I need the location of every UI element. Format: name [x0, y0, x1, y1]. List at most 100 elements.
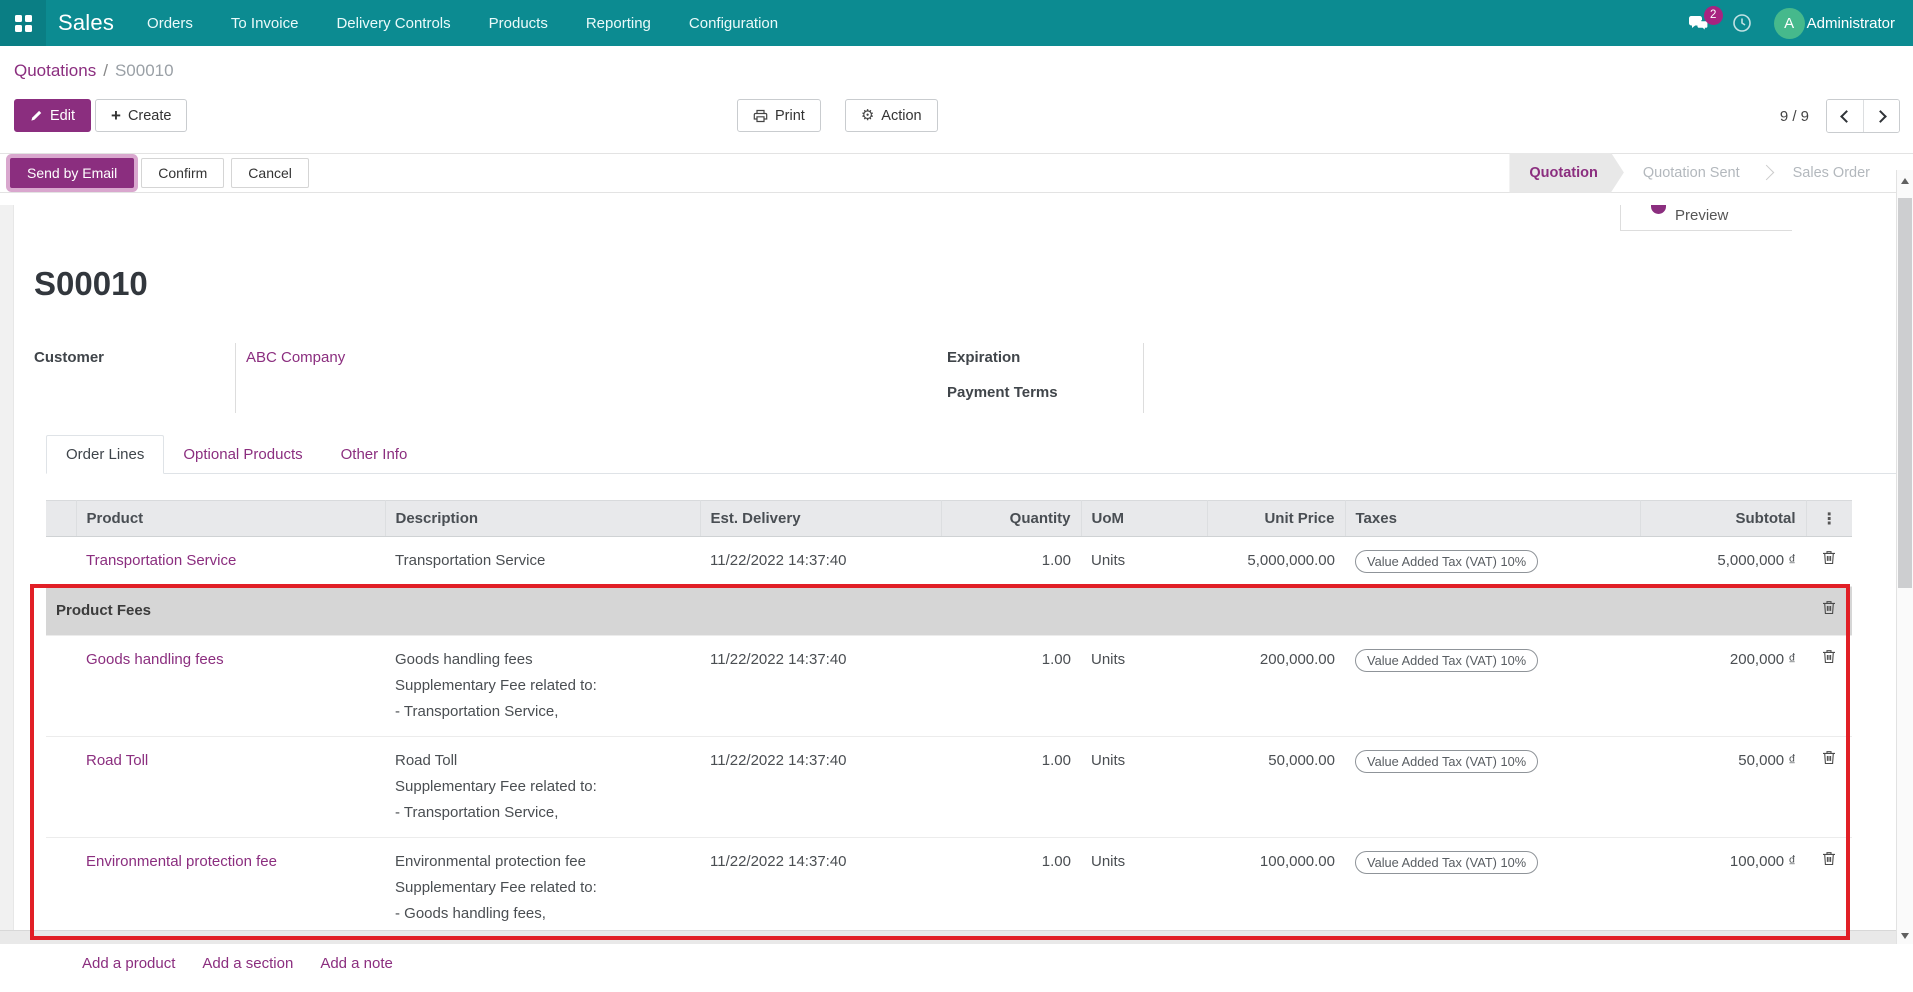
breadcrumb-current: S00010 [114, 61, 174, 80]
tax-tag: Value Added Tax (VAT) 10% [1355, 750, 1539, 773]
scroll-down-arrow-icon[interactable] [1901, 933, 1909, 939]
section-row[interactable]: Product Fees [46, 586, 1852, 636]
apps-menu-button[interactable] [0, 0, 46, 46]
product-link[interactable]: Road Toll [86, 752, 148, 769]
drag-handle-cell [46, 736, 76, 838]
menu-reporting[interactable]: Reporting [567, 0, 670, 46]
top-navbar: Sales Orders To Invoice Delivery Control… [0, 0, 1913, 46]
app-title[interactable]: Sales [46, 0, 128, 46]
handle-column-header [46, 500, 77, 537]
scroll-up-arrow-icon[interactable] [1901, 178, 1909, 184]
customer-value-link[interactable]: ABC Company [246, 349, 345, 366]
order-lines-table: Product Description Est. Delivery Quanti… [46, 500, 1852, 939]
step-sales-order[interactable]: Sales Order [1774, 153, 1889, 193]
customer-preview-button[interactable]: Preview [1620, 205, 1792, 231]
column-uom[interactable]: UoM [1081, 500, 1208, 537]
tab-optional-products[interactable]: Optional Products [164, 436, 321, 473]
delete-line-icon[interactable] [1822, 649, 1836, 664]
confirm-button[interactable]: Confirm [141, 158, 225, 188]
form-sheet: S00010 Customer ABC Company Expiration P… [0, 205, 1913, 992]
column-product[interactable]: Product [76, 500, 386, 537]
optional-columns-icon[interactable]: ⋮ [1821, 511, 1837, 528]
messages-badge: 2 [1703, 5, 1723, 25]
column-description[interactable]: Description [385, 500, 701, 537]
order-line-row[interactable]: Goods handling fees Goods handling fees … [46, 635, 1852, 737]
breadcrumb: Quotations / S00010 [0, 46, 1913, 96]
product-link[interactable]: Transportation Service [86, 552, 236, 569]
tax-tag: Value Added Tax (VAT) 10% [1355, 851, 1539, 874]
payment-terms-label: Payment Terms [947, 378, 1144, 413]
tax-tag: Value Added Tax (VAT) 10% [1355, 550, 1539, 573]
product-link[interactable]: Goods handling fees [86, 651, 224, 668]
add-a-section-link[interactable]: Add a section [202, 955, 293, 972]
tax-tag: Value Added Tax (VAT) 10% [1355, 649, 1539, 672]
scrollbar-thumb[interactable] [1898, 198, 1912, 588]
menu-delivery-controls[interactable]: Delivery Controls [317, 0, 469, 46]
column-quantity[interactable]: Quantity [941, 500, 1082, 537]
chevron-right-icon [1758, 164, 1774, 181]
empty-label [34, 378, 236, 413]
product-link[interactable]: Environmental protection fee [86, 853, 277, 870]
menu-orders[interactable]: Orders [128, 0, 212, 46]
order-line-row[interactable]: Road Toll Road Toll Supplementary Fee re… [46, 736, 1852, 838]
form-view: Preview S00010 Customer ABC Company Expi… [0, 205, 1913, 972]
chevron-left-icon [1840, 109, 1853, 123]
gear-icon: ⚙ [860, 107, 875, 124]
drag-handle-cell [46, 635, 76, 737]
status-steps: Quotation Quotation Sent Sales Order [1509, 153, 1889, 193]
horizontal-scrollbar[interactable] [0, 930, 1896, 944]
apps-grid-icon [14, 14, 32, 32]
pager-next-button[interactable] [1863, 100, 1899, 132]
delete-line-icon[interactable] [1822, 851, 1836, 866]
vertical-scrollbar[interactable] [1896, 170, 1913, 944]
step-quotation-sent[interactable]: Quotation Sent [1624, 153, 1759, 193]
pager-previous-button[interactable] [1827, 100, 1863, 132]
drag-handle-cell [46, 536, 76, 587]
add-a-note-link[interactable]: Add a note [320, 955, 393, 972]
messages-button[interactable]: 2 [1688, 5, 1723, 32]
action-button[interactable]: ⚙ Action [844, 99, 938, 132]
edit-button[interactable]: Edit [14, 99, 91, 132]
step-quotation[interactable]: Quotation [1509, 153, 1623, 193]
breadcrumb-quotations-link[interactable]: Quotations [14, 61, 96, 81]
clock-icon [1732, 13, 1752, 33]
column-est-delivery[interactable]: Est. Delivery [700, 500, 942, 537]
column-subtotal[interactable]: Subtotal [1640, 500, 1807, 537]
delete-line-icon[interactable] [1822, 550, 1836, 565]
order-line-row[interactable]: Environmental protection fee Environment… [46, 837, 1852, 939]
send-by-email-button[interactable]: Send by Email [10, 158, 135, 188]
expiration-label: Expiration [947, 343, 1144, 378]
payment-terms-value[interactable] [1144, 378, 1154, 413]
tab-order-lines[interactable]: Order Lines [46, 435, 165, 474]
add-a-product-link[interactable]: Add a product [82, 955, 175, 972]
column-unit-price[interactable]: Unit Price [1207, 500, 1346, 537]
delete-line-icon[interactable] [1822, 750, 1836, 765]
section-label: Product Fees [46, 586, 1806, 636]
left-gutter [0, 205, 14, 944]
main-menu: Orders To Invoice Delivery Controls Prod… [128, 0, 797, 46]
chevron-right-icon [1873, 109, 1887, 123]
notebook-tabs: Order Lines Optional Products Other Info [46, 435, 1913, 474]
pencil-icon [30, 109, 43, 122]
customer-label: Customer [34, 343, 236, 378]
control-panel: Edit + Create Print ⚙ Action 9 / 9 [0, 96, 1913, 153]
list-footer-links: Add a product Add a section Add a note [82, 955, 1913, 992]
user-menu[interactable]: A Administrator [1773, 7, 1895, 39]
breadcrumb-separator: / [103, 61, 108, 80]
menu-to-invoice[interactable]: To Invoice [212, 0, 318, 46]
menu-products[interactable]: Products [470, 0, 567, 46]
expiration-value[interactable] [1144, 343, 1154, 378]
delete-line-icon[interactable] [1822, 600, 1836, 615]
table-header-row: Product Description Est. Delivery Quanti… [46, 500, 1852, 537]
menu-configuration[interactable]: Configuration [670, 0, 797, 46]
activities-button[interactable] [1732, 13, 1752, 33]
order-line-row[interactable]: Transportation Service Transportation Se… [46, 536, 1852, 587]
tab-other-info[interactable]: Other Info [322, 436, 427, 473]
cancel-button[interactable]: Cancel [231, 158, 309, 188]
drag-handle-cell [46, 837, 76, 939]
statusbar: Send by Email Confirm Cancel Quotation Q… [0, 153, 1913, 193]
print-button[interactable]: Print [737, 99, 821, 132]
pager-counter: 9 / 9 [1779, 107, 1809, 125]
create-button[interactable]: + Create [95, 99, 188, 132]
column-taxes[interactable]: Taxes [1345, 500, 1641, 537]
